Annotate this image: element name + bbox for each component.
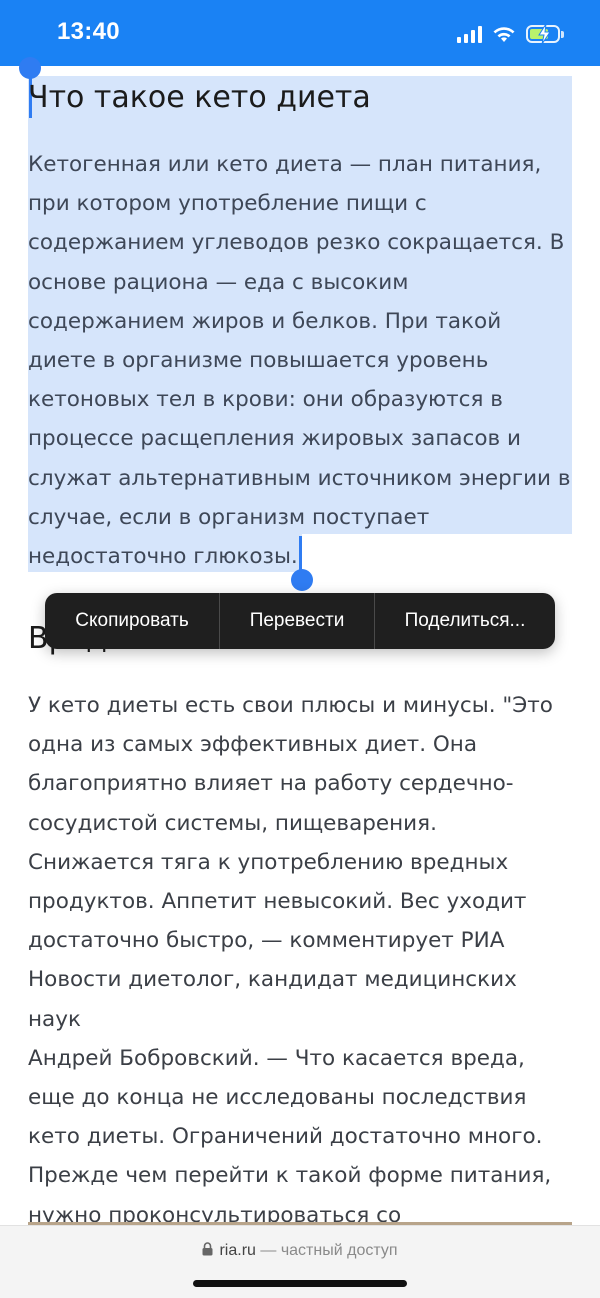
translate-menu-item[interactable]: Перевести xyxy=(220,593,375,649)
text-line: кетоновых тел в крови: они образуются в xyxy=(28,387,503,413)
text-line: продуктов. Аппетит невысокий. Вес уходит xyxy=(28,889,527,915)
selection-end-handle[interactable] xyxy=(291,569,313,591)
url-display[interactable]: ria.ru — частный доступ xyxy=(0,1242,600,1260)
section-heading-keto: Что такое кето диета xyxy=(28,80,371,115)
battery-charging-icon xyxy=(526,24,564,44)
status-time: 13:40 xyxy=(57,18,120,45)
text-line: служат альтернативным источником энергии… xyxy=(28,465,571,491)
text-line: кето диеты. Ограничений достаточно много… xyxy=(28,1124,543,1150)
wifi-icon xyxy=(493,27,515,42)
text-line: основе рациона — еда с высоким xyxy=(28,269,409,295)
text-line: У кето диеты есть свои плюсы и минусы. "… xyxy=(28,693,553,718)
text-selection-context-menu: Скопировать Перевести Поделиться... xyxy=(45,593,555,649)
share-menu-item[interactable]: Поделиться... xyxy=(375,593,555,649)
paragraph-keto-definition[interactable]: Кетогенная или кето диета — план питания… xyxy=(28,145,576,576)
browser-address-bar[interactable]: ria.ru — частный доступ xyxy=(0,1225,600,1298)
private-access-label: — частный доступ xyxy=(260,1242,398,1259)
copy-menu-item[interactable]: Скопировать xyxy=(45,593,220,649)
text-line: Кетогенная или кето диета — план питания… xyxy=(28,152,542,177)
status-bar: 13:40 xyxy=(0,0,600,66)
text-line: случае, если в организм поступает xyxy=(28,504,430,530)
text-line: сосудистой системы, пищеварения. xyxy=(28,810,437,836)
status-icons xyxy=(457,22,564,46)
text-line: при котором употребление пищи с xyxy=(28,191,427,217)
text-line: Новости диетолог, кандидат медицинских н… xyxy=(28,967,517,1032)
paragraph-harm-benefit[interactable]: У кето диеты есть свои плюсы и минусы. "… xyxy=(28,686,576,1274)
lock-icon xyxy=(202,1242,213,1256)
text-line: достаточно быстро, — комментирует РИА xyxy=(28,928,505,954)
text-line: Андрей Бобровский. — Что касается вреда, xyxy=(28,1045,525,1071)
url-domain: ria.ru xyxy=(219,1242,256,1259)
text-line: Прежде чем перейти к такой форме питания… xyxy=(28,1163,552,1189)
text-line: одна из самых эффективных диет. Она xyxy=(28,732,478,758)
home-indicator[interactable] xyxy=(193,1280,407,1287)
text-line: содержанием жиров и белков. При такой xyxy=(28,308,502,334)
text-line: еще до конца не исследованы последствия xyxy=(28,1085,527,1111)
text-line: Снижается тяга к употреблению вредных xyxy=(28,849,509,875)
text-line: диете в организме повышается уровень xyxy=(28,348,489,374)
text-line: процессе расщепления жировых запасов и xyxy=(28,426,522,452)
text-line: содержанием углеводов резко сокращается.… xyxy=(28,230,565,256)
signal-icon xyxy=(457,25,482,43)
text-line: благоприятно влияет на работу сердечно- xyxy=(28,771,514,797)
